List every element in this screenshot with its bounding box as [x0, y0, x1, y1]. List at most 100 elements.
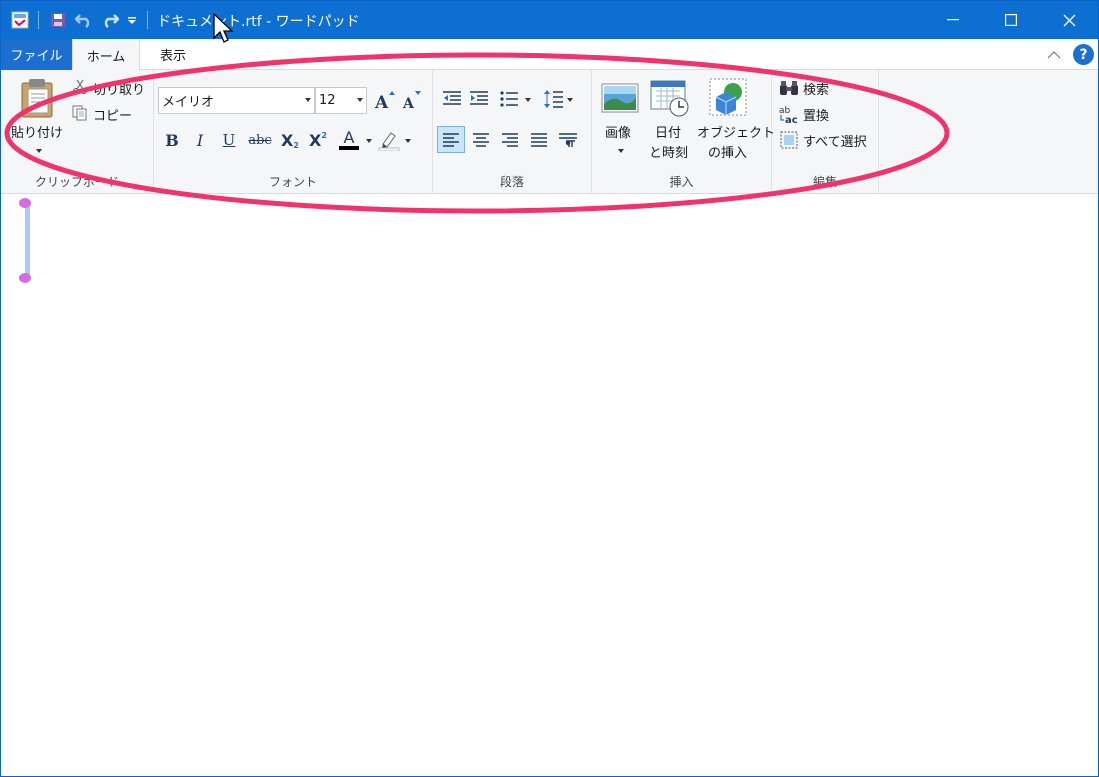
- select-all-icon: [779, 130, 799, 150]
- align-left-button[interactable]: [437, 126, 465, 153]
- font-size-value: 12: [319, 93, 336, 108]
- superscript-mark-icon: 2: [321, 130, 327, 140]
- justify-button[interactable]: [527, 126, 551, 153]
- group-label-font: フォント: [268, 175, 317, 189]
- insert-picture-button[interactable]: 画像: [605, 122, 631, 141]
- grow-font-icon[interactable]: A: [374, 88, 396, 112]
- picture-icon[interactable]: [601, 82, 639, 114]
- group-font: メイリオ 12 A A B I U abc X2 X2 A フォント: [154, 70, 433, 194]
- wordpad-window: ドキュメント.rtf - ワードパッド ファイル ホーム 表示 ? 貼り付け 切…: [0, 0, 1099, 777]
- selection-handle-top[interactable]: [19, 198, 31, 208]
- select-all-button[interactable]: すべて選択: [803, 131, 867, 150]
- decrease-indent-icon[interactable]: [441, 88, 463, 110]
- ribbon: 貼り付け 切り取り コピー クリップボード メイリオ 12 A A B I U …: [1, 70, 1098, 194]
- subscript-label: X: [281, 130, 294, 150]
- insert-datetime-line1[interactable]: 日付: [655, 122, 681, 141]
- maximize-button[interactable]: [982, 1, 1040, 39]
- qa-separator: [147, 11, 148, 29]
- insert-datetime-line2[interactable]: と時刻: [649, 142, 688, 161]
- justify-icon: [531, 132, 547, 147]
- font-family-select[interactable]: メイリオ: [158, 87, 315, 114]
- minimize-ribbon-button[interactable]: [1044, 45, 1064, 65]
- window-title: ドキュメント.rtf - ワードパッド: [157, 14, 360, 30]
- help-button[interactable]: ?: [1073, 44, 1094, 65]
- insert-object-icon[interactable]: [708, 77, 748, 117]
- highlight-dropdown-icon[interactable]: [405, 139, 411, 143]
- insert-object-line1[interactable]: オブジェクト: [697, 122, 775, 141]
- minimize-icon: [947, 19, 959, 21]
- redo-icon[interactable]: [100, 10, 120, 30]
- group-editing: 検索 ab ac 置換 すべて選択 編集: [772, 70, 879, 194]
- copy-button[interactable]: コピー: [93, 105, 132, 124]
- align-center-icon: [473, 132, 489, 147]
- insert-object-line2[interactable]: の挿入: [708, 142, 747, 161]
- wordpad-app-icon[interactable]: [10, 10, 30, 30]
- underline-button[interactable]: U: [217, 128, 241, 152]
- paragraph-settings-button[interactable]: [556, 126, 580, 153]
- replace-button[interactable]: 置換: [803, 105, 829, 124]
- tab-file[interactable]: ファイル: [1, 39, 72, 70]
- increase-indent-icon[interactable]: [468, 88, 490, 110]
- superscript-button[interactable]: X2: [306, 128, 330, 152]
- mouse-pointer-icon: [213, 13, 234, 43]
- font-color-button[interactable]: A: [338, 128, 360, 152]
- find-button[interactable]: 検索: [803, 79, 829, 98]
- strikethrough-button[interactable]: abc: [246, 128, 274, 152]
- paragraph-icon: [559, 132, 577, 147]
- group-insert: 画像 日付 と時刻 オブジェクト の挿入 挿入: [592, 70, 775, 194]
- selection-handle-bottom[interactable]: [19, 273, 31, 283]
- minimize-button[interactable]: [924, 1, 982, 39]
- group-paragraph: 段落: [433, 70, 592, 194]
- italic-button[interactable]: I: [188, 128, 212, 152]
- align-center-button[interactable]: [469, 126, 493, 153]
- cut-button[interactable]: 切り取り: [93, 79, 145, 98]
- chevron-down-icon: [357, 98, 363, 102]
- align-right-icon: [502, 132, 518, 147]
- scissors-icon: [71, 78, 89, 96]
- title-bar: ドキュメント.rtf - ワードパッド: [1, 1, 1098, 39]
- group-label-clipboard: クリップボード: [34, 175, 119, 189]
- font-color-swatch: [339, 146, 359, 150]
- close-button[interactable]: [1040, 1, 1098, 39]
- bullet-list-dropdown-icon[interactable]: [525, 98, 531, 102]
- font-family-value: メイリオ: [162, 95, 215, 110]
- bullet-list-icon[interactable]: [497, 88, 521, 110]
- highlight-icon[interactable]: [378, 128, 400, 152]
- align-right-button[interactable]: [498, 126, 522, 153]
- customize-dropdown-icon[interactable]: [122, 10, 142, 30]
- font-size-select[interactable]: 12: [315, 87, 367, 114]
- line-spacing-dropdown-icon[interactable]: [567, 98, 573, 102]
- svg-text:A: A: [374, 93, 389, 111]
- line-spacing-icon[interactable]: [543, 88, 565, 110]
- save-icon[interactable]: [48, 10, 68, 30]
- group-label-insert: 挿入: [669, 175, 694, 189]
- undo-icon[interactable]: [74, 10, 94, 30]
- font-color-letter: A: [343, 128, 355, 147]
- subscript-button[interactable]: X2: [278, 128, 302, 152]
- tab-home[interactable]: ホーム: [72, 39, 140, 71]
- document-area[interactable]: [1, 195, 1098, 776]
- binoculars-icon: [779, 79, 799, 97]
- subscript-mark-icon: 2: [293, 140, 299, 150]
- paste-button[interactable]: 貼り付け: [11, 122, 63, 141]
- shrink-font-icon[interactable]: A: [401, 88, 423, 112]
- calendar-clock-icon[interactable]: [650, 79, 690, 117]
- copy-icon: [71, 104, 89, 122]
- replace-icon: ab ac: [779, 104, 799, 124]
- close-icon: [1063, 14, 1075, 26]
- font-color-dropdown-icon[interactable]: [366, 139, 372, 143]
- qa-separator: [38, 11, 39, 29]
- svg-text:ac: ac: [785, 115, 798, 124]
- group-label-editing: 編集: [812, 175, 837, 189]
- align-left-icon: [443, 132, 459, 147]
- tab-view[interactable]: 表示: [140, 39, 206, 70]
- paste-dropdown-icon[interactable]: [36, 149, 42, 153]
- paste-icon[interactable]: [19, 76, 55, 120]
- insert-picture-dropdown-icon[interactable]: [618, 149, 624, 153]
- bold-button[interactable]: B: [160, 128, 184, 152]
- ribbon-tab-bar: ファイル ホーム 表示 ?: [1, 39, 1098, 71]
- group-label-paragraph: 段落: [499, 175, 524, 189]
- text-cursor-selection: [25, 206, 30, 276]
- chevron-down-icon: [305, 98, 311, 102]
- group-clipboard: 貼り付け 切り取り コピー クリップボード: [1, 70, 154, 194]
